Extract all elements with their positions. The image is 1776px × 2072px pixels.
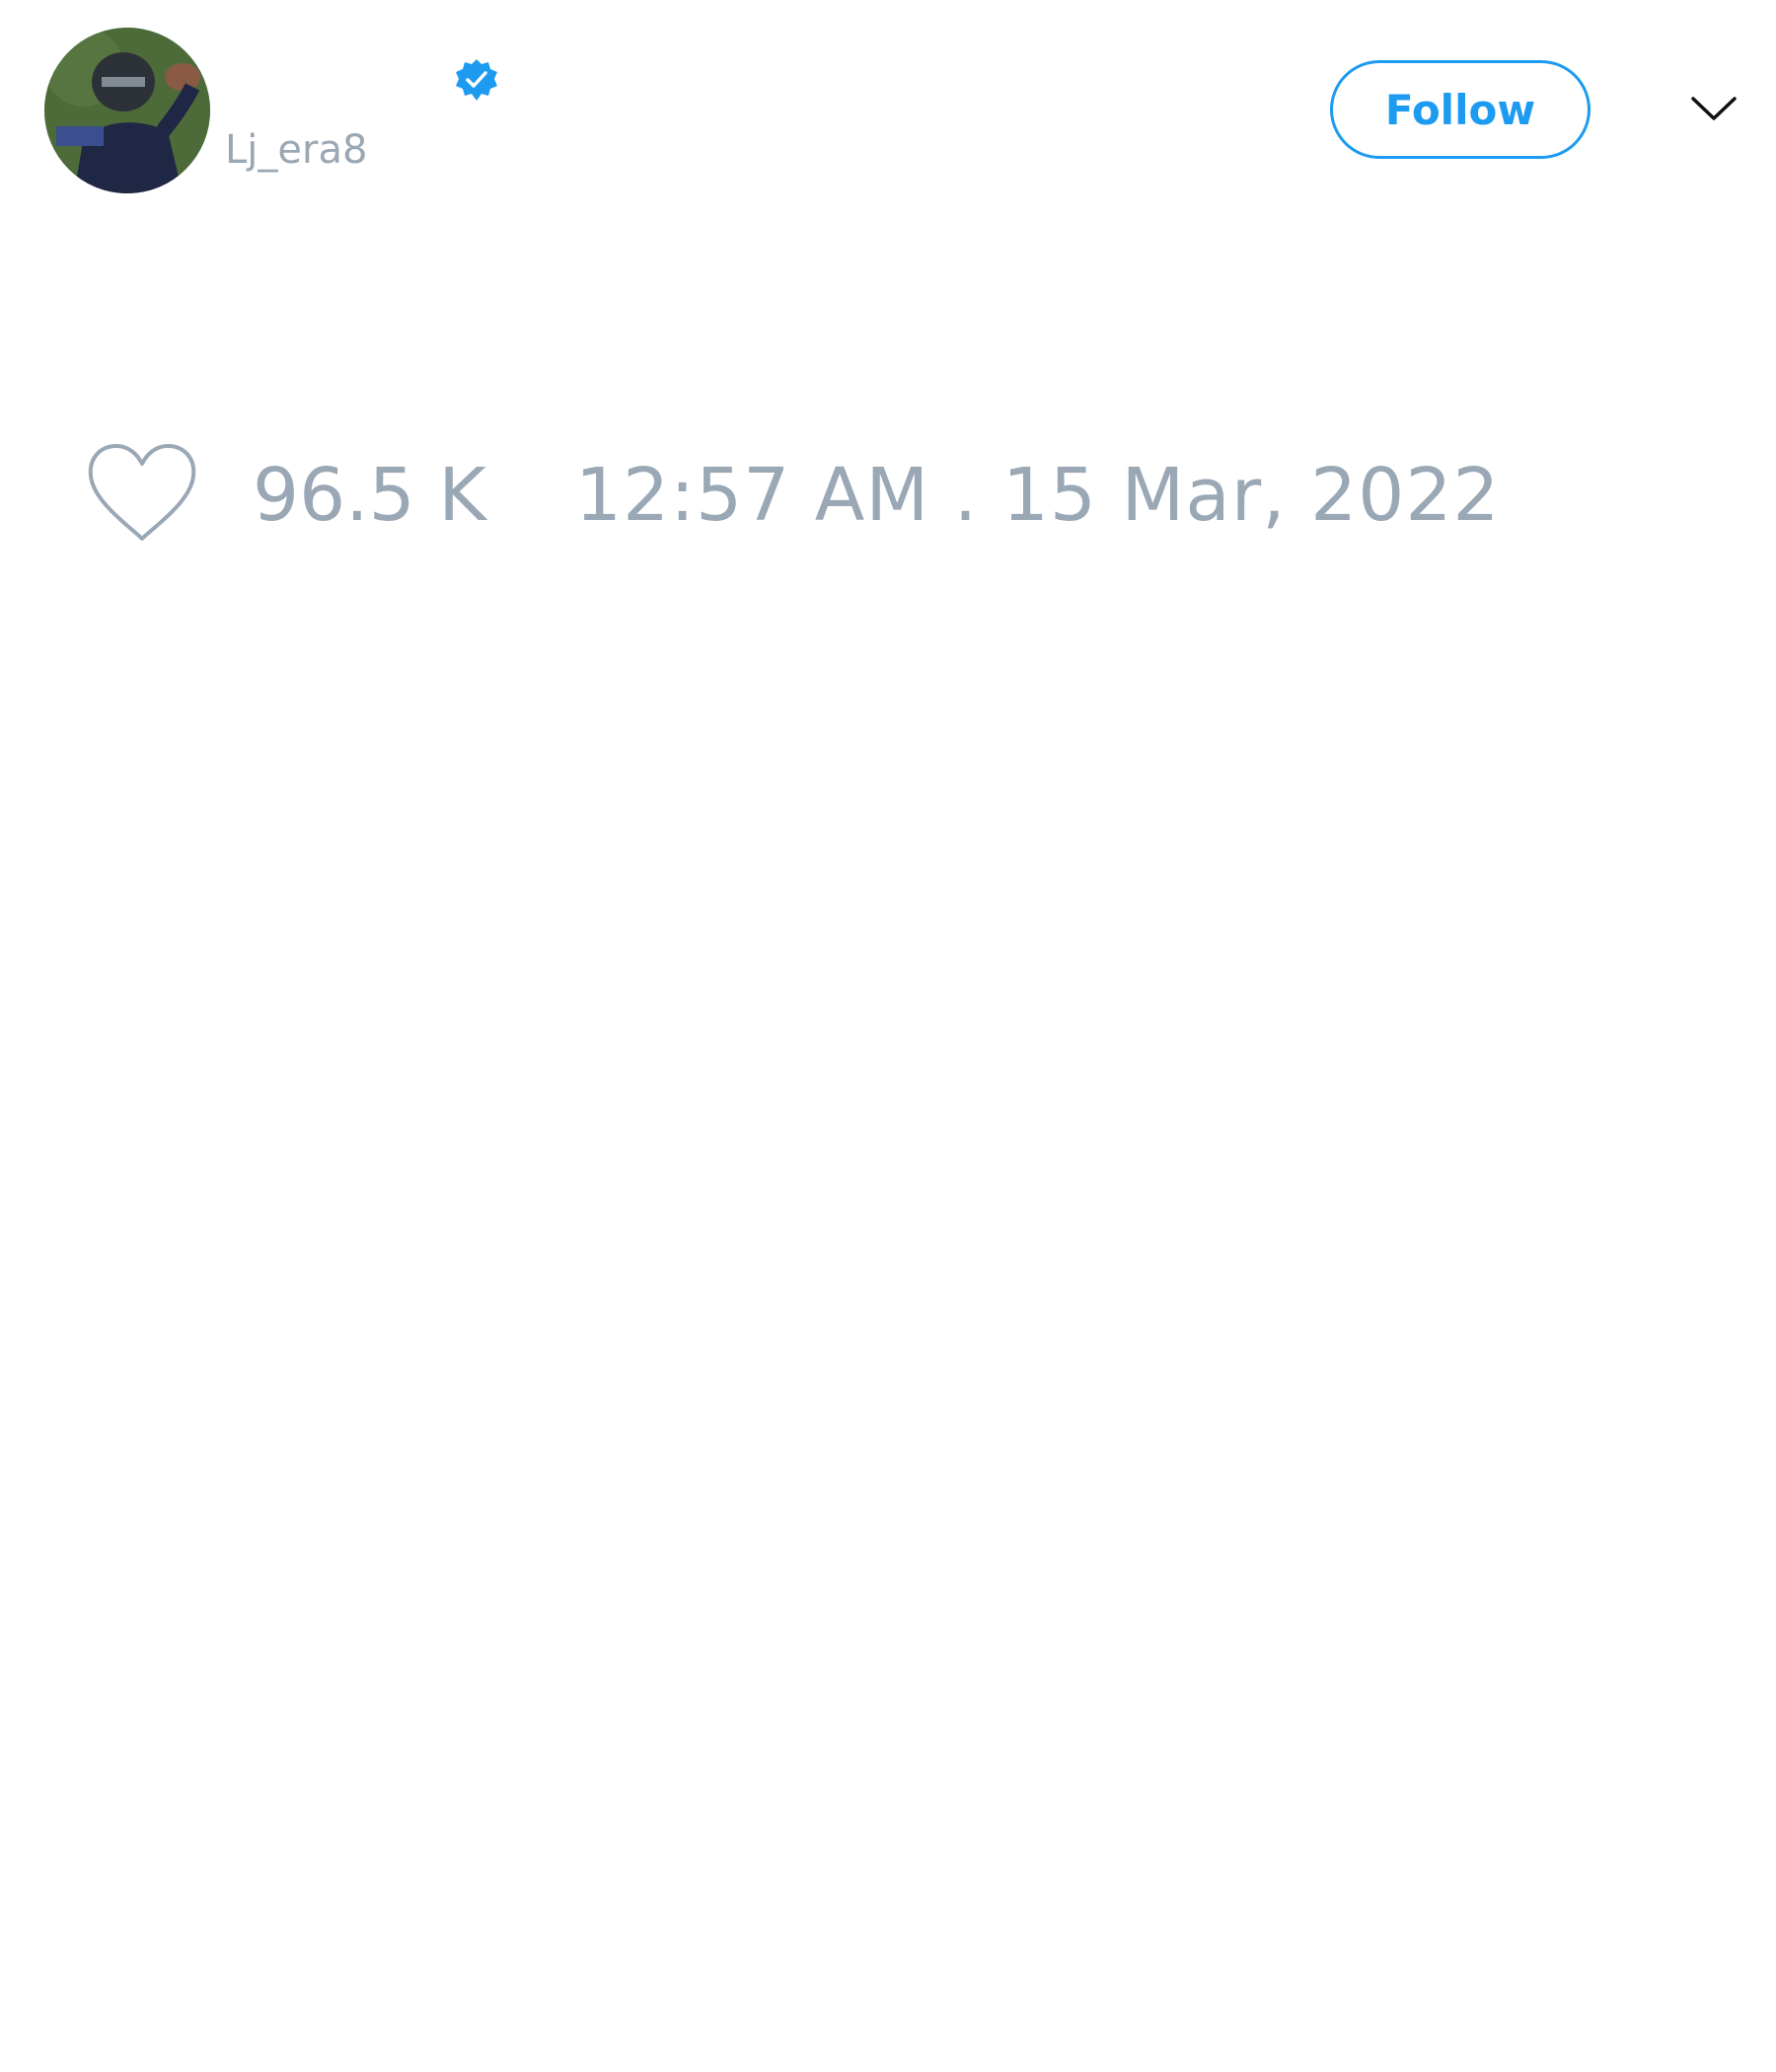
tweet-timestamp[interactable]: 12:57 AM . 15 Mar, 2022 xyxy=(575,451,1501,540)
verified-badge-icon xyxy=(454,57,499,103)
heart-outline-icon xyxy=(88,444,196,541)
chevron-down-icon xyxy=(1691,97,1737,120)
like-button[interactable] xyxy=(87,442,197,545)
author-handle[interactable]: Lj_era8 xyxy=(225,126,367,174)
avatar[interactable] xyxy=(44,28,210,193)
display-name[interactable] xyxy=(227,57,444,97)
more-options-button[interactable] xyxy=(1689,89,1739,128)
follow-button[interactable]: Follow xyxy=(1330,60,1591,159)
avatar-photo-icon xyxy=(44,28,210,193)
like-count: 96.5 K xyxy=(253,453,486,538)
